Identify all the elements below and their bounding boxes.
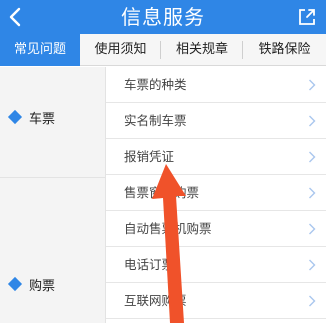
chevron-right-icon [309,115,316,127]
diamond-icon [7,109,23,125]
title-bar: 信息服务 [0,0,326,34]
category-label: 购票 [29,278,56,294]
tab-usage-notes[interactable]: 使用须知 [80,34,161,66]
list-item-phone-booking[interactable]: 电话订票 [106,247,326,283]
list-item-real-name-tickets[interactable]: 实名制车票 [106,103,326,139]
list-item-label: 自动售票机购票 [124,221,212,236]
tab-label: 相关规章 [175,42,228,57]
list-item-label: 实名制车票 [124,113,187,128]
chevron-right-icon [309,151,316,163]
chevron-right-icon [309,223,316,235]
list-item-internet-purchase[interactable]: 互联网购票 [106,283,326,319]
list-item-window-purchase[interactable]: 售票窗口购票 [106,175,326,211]
tab-bar: 常见问题 使用须知 相关规章 铁路保险 [0,34,326,66]
share-icon[interactable] [296,6,318,28]
chevron-right-icon [309,295,316,307]
list-item-reimbursement-voucher[interactable]: 报销凭证 [106,139,326,175]
page-title: 信息服务 [121,5,205,29]
question-list: 车票的种类 实名制车票 报销凭证 售票窗口购票 自动售票机购票 电话订票 互联网… [106,67,326,323]
tab-regulations[interactable]: 相关规章 [161,34,243,66]
tab-label: 使用须知 [94,42,147,57]
category-purchase[interactable]: 购票 [0,275,106,294]
category-divider [0,177,106,178]
chevron-right-icon [309,79,316,91]
diamond-icon [7,276,23,292]
list-item-label: 电话订票 [124,257,175,272]
tab-faq[interactable]: 常见问题 [0,34,80,66]
tab-label: 常见问题 [13,42,66,57]
list-item-label: 售票窗口购票 [124,185,200,200]
list-item-ticket-types[interactable]: 车票的种类 [106,67,326,103]
list-item-label: 互联网购票 [124,293,187,308]
list-item-label: 车票的种类 [124,77,187,92]
category-label: 车票 [29,111,56,127]
chevron-right-icon [309,259,316,271]
tab-railway-insurance[interactable]: 铁路保险 [243,34,326,66]
chevron-right-icon [309,187,316,199]
category-panel: 车票 购票 [0,67,106,323]
list-item-ticket-machine-purchase[interactable]: 自动售票机购票 [106,211,326,247]
tab-label: 铁路保险 [258,42,311,57]
list-item-label: 报销凭证 [124,149,175,164]
category-tickets[interactable]: 车票 [0,108,106,127]
